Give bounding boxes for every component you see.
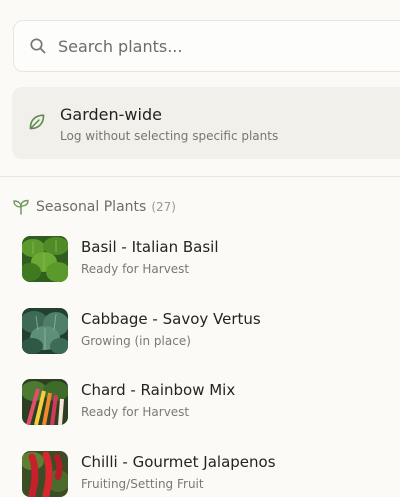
section-count: (27) (151, 200, 176, 214)
section-header-seasonal-plants: Seasonal Plants (27) (12, 197, 176, 217)
section-title: Seasonal Plants (36, 199, 147, 215)
plant-item-basil[interactable]: Basil - Italian Basil Ready for Harvest (22, 234, 392, 282)
plant-name: Basil - Italian Basil (81, 238, 219, 256)
plant-status: Ready for Harvest (81, 262, 190, 276)
leaf-icon (29, 114, 45, 130)
garden-wide-title: Garden-wide (60, 105, 162, 124)
search-input[interactable] (58, 31, 358, 61)
garden-wide-subtitle: Log without selecting specific plants (60, 129, 279, 143)
chard-photo-icon (22, 379, 68, 425)
divider (0, 176, 400, 177)
garden-wide-option[interactable]: Garden-wide Log without selecting specif… (12, 87, 400, 159)
plant-name: Chilli - Gourmet Jalapenos (81, 453, 276, 471)
sprout-icon (13, 199, 29, 215)
search-bar[interactable] (13, 20, 400, 72)
plant-status: Growing (in place) (81, 334, 191, 348)
search-icon (30, 38, 46, 54)
chilli-photo-icon (22, 451, 68, 497)
plant-item-chilli[interactable]: Chilli - Gourmet Jalapenos Fruiting/Sett… (22, 449, 392, 497)
plant-item-chard[interactable]: Chard - Rainbow Mix Ready for Harvest (22, 377, 392, 425)
basil-photo-icon (22, 236, 68, 282)
cabbage-photo-icon (22, 308, 68, 354)
plant-status: Ready for Harvest (81, 405, 190, 419)
plant-name: Cabbage - Savoy Vertus (81, 310, 261, 328)
plant-status: Fruiting/Setting Fruit (81, 477, 204, 491)
plant-name: Chard - Rainbow Mix (81, 381, 236, 399)
plant-item-cabbage[interactable]: Cabbage - Savoy Vertus Growing (in place… (22, 306, 392, 354)
